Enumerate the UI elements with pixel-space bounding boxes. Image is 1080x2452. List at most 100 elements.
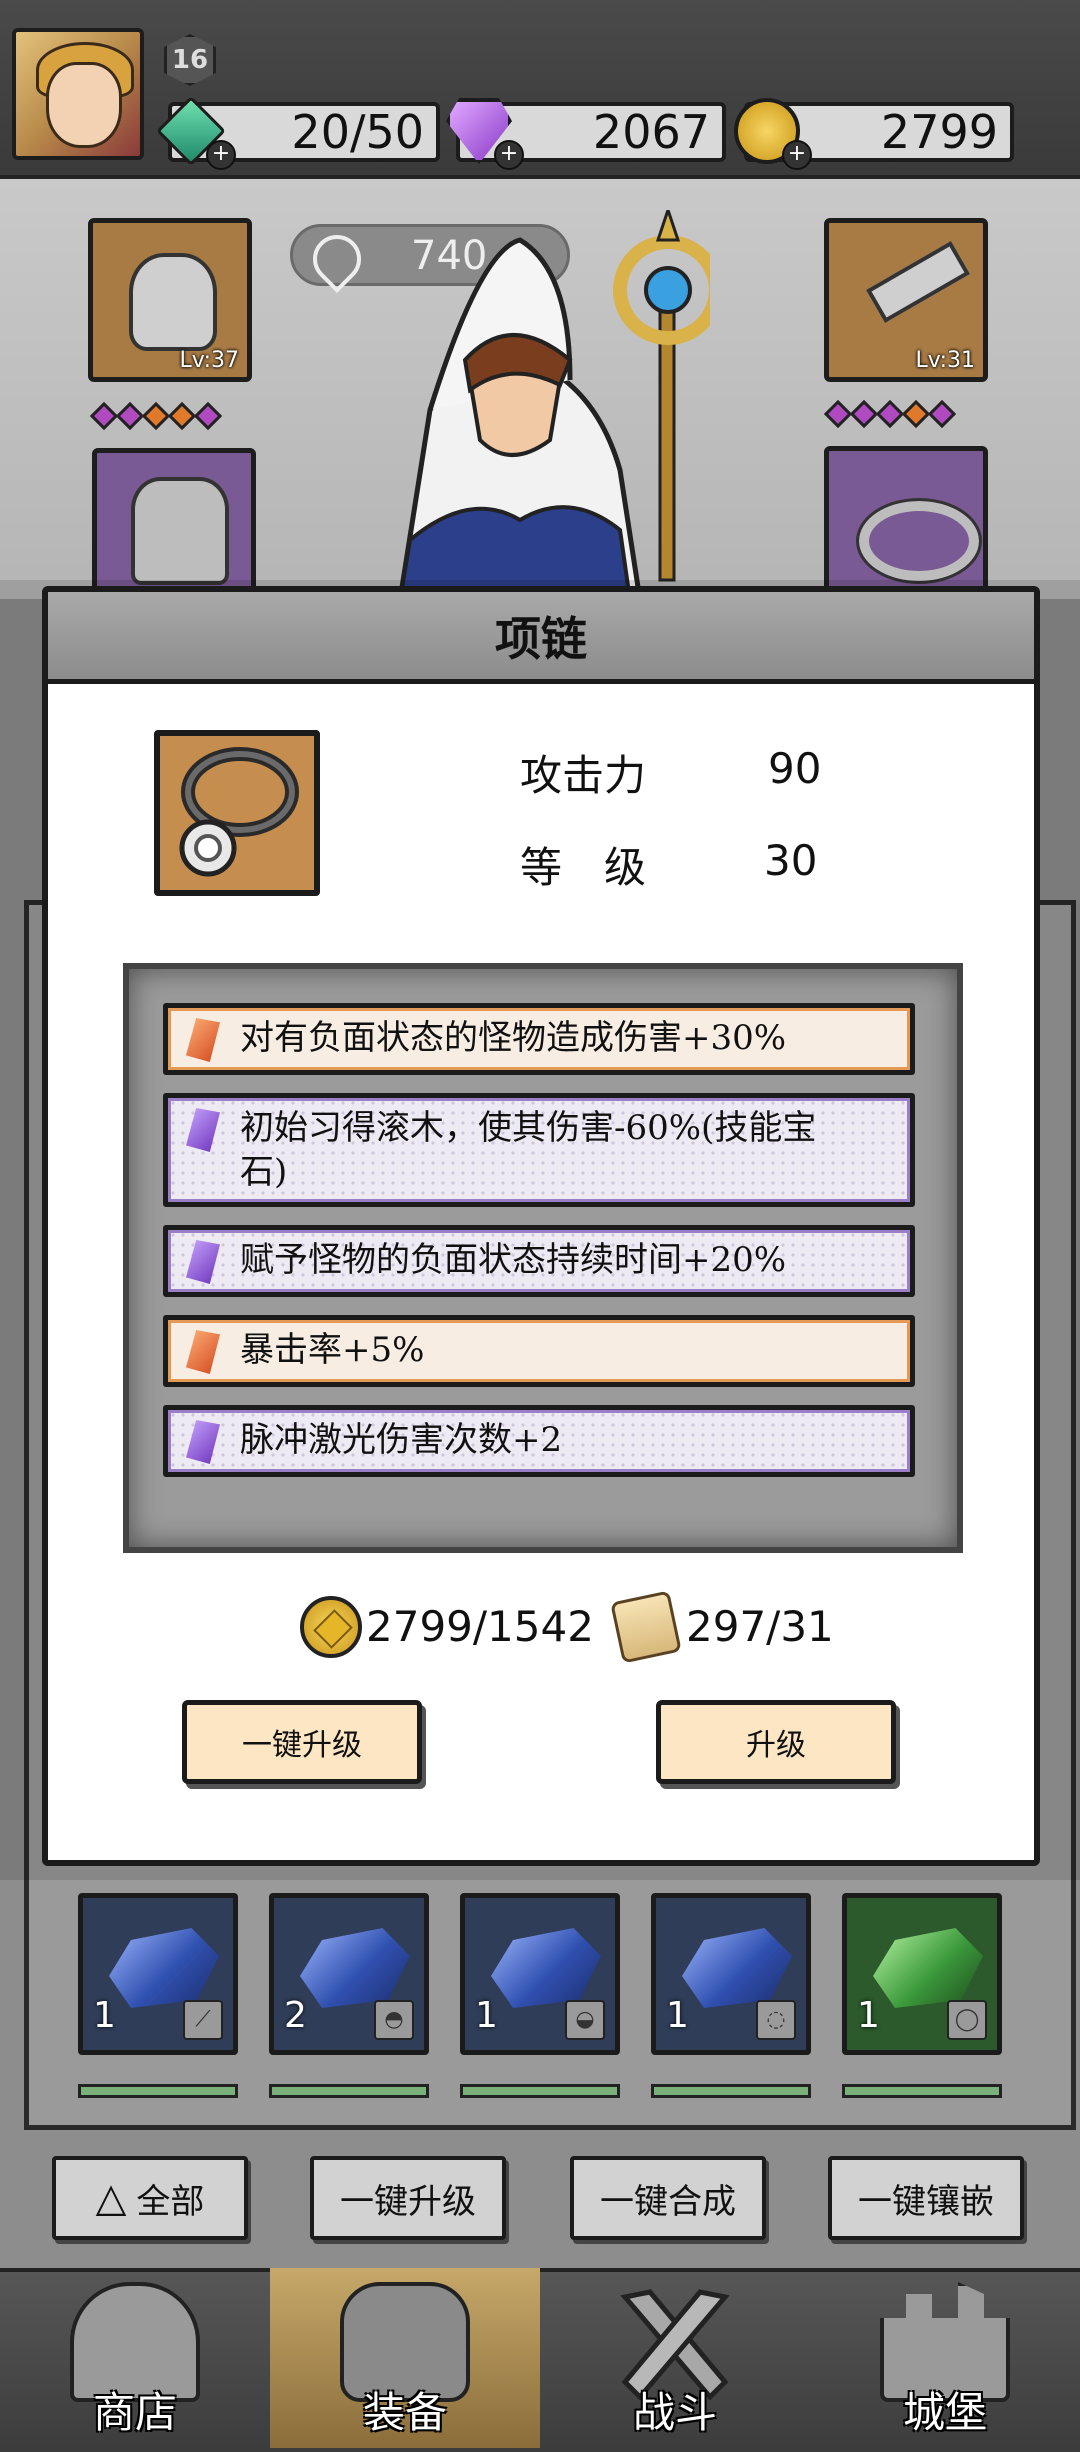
stat-value-attack-wrap: 90 bbox=[768, 744, 821, 793]
nav-tab-battle[interactable]: 战斗 bbox=[540, 2268, 810, 2448]
nav-label-castle: 城堡 bbox=[902, 2388, 987, 2437]
nav-label-equipment: 装备 bbox=[362, 2388, 447, 2437]
energy-value: 20/50 bbox=[291, 105, 424, 159]
scroll-icon bbox=[610, 1590, 682, 1664]
stat-row-level: 等 级 bbox=[520, 834, 646, 895]
affix-text: 暴击率+5% bbox=[240, 1330, 425, 1370]
item-detail-modal: 项链 攻击力 90 等 级 30 对有负面状态的怪物造成伤害+30% 初始习得滚… bbox=[42, 586, 1040, 1866]
hero-mage-character bbox=[397, 210, 710, 600]
armor-icon bbox=[131, 477, 229, 585]
gem-slot[interactable]: 1 ◌ bbox=[651, 1893, 811, 2055]
rarity-diamond bbox=[901, 399, 931, 429]
gem-count: 1 bbox=[475, 1995, 498, 2036]
affix-text: 初始习得滚木，使其伤害-60%(技能宝石) bbox=[240, 1108, 817, 1192]
coin-emblem bbox=[313, 1609, 353, 1649]
affix-item: 脉冲激光伤害次数+2 bbox=[163, 1405, 915, 1477]
armor-icon: ◓ bbox=[374, 2000, 414, 2040]
gem-count: 1 bbox=[666, 1995, 689, 2036]
gold-coin-icon bbox=[300, 1596, 362, 1658]
gem-count: 1 bbox=[93, 1995, 116, 2036]
orange-gem-icon bbox=[186, 1018, 220, 1062]
modal-title: 项链 bbox=[495, 611, 587, 666]
slot-strip bbox=[460, 2084, 620, 2098]
gem-count: 2 bbox=[284, 1995, 307, 2036]
upgrade-button[interactable]: 升级 bbox=[656, 1700, 896, 1784]
stat-label-attack: 攻击力 bbox=[520, 751, 647, 800]
necklace-icon: ◌ bbox=[756, 2000, 796, 2040]
blue-gem-icon bbox=[682, 1928, 792, 2008]
gem-slot[interactable]: 1 ◒ bbox=[460, 1893, 620, 2055]
player-avatar[interactable] bbox=[12, 28, 144, 160]
coin-value: 2799 bbox=[880, 105, 998, 159]
one-key-merge-button[interactable]: 一键合成 bbox=[570, 2156, 766, 2240]
blue-gem-icon bbox=[491, 1928, 601, 2008]
energy-counter[interactable]: + 20/50 bbox=[155, 95, 440, 170]
filter-all-label: 全部 bbox=[136, 2181, 205, 2222]
purple-gem-icon bbox=[186, 1240, 220, 1284]
nav-tab-castle[interactable]: 城堡 bbox=[810, 2268, 1080, 2448]
power-icon bbox=[303, 225, 371, 293]
nav-tab-equipment[interactable]: 装备 bbox=[270, 2268, 540, 2448]
filter-all-button[interactable]: △ 全部 bbox=[52, 2156, 248, 2240]
helmet-icon: ◒ bbox=[565, 2000, 605, 2040]
weapon-slot[interactable]: Lv:31 bbox=[824, 218, 988, 382]
avatar-face bbox=[46, 62, 122, 148]
stat-value-attack: 90 bbox=[768, 744, 822, 793]
add-coins-button[interactable]: + bbox=[782, 140, 812, 170]
helmet-icon bbox=[129, 253, 217, 351]
wand-icon: ⟋ bbox=[183, 2000, 223, 2040]
rarity-diamond bbox=[875, 399, 905, 429]
ring-icon: ◯ bbox=[947, 2000, 987, 2040]
helmet-slot[interactable]: Lv:37 bbox=[88, 218, 252, 382]
stat-row-attack: 攻击力 bbox=[520, 742, 646, 803]
purple-gem-icon bbox=[186, 1108, 220, 1152]
one-key-inlay-button[interactable]: 一键镶嵌 bbox=[828, 2156, 1024, 2240]
ring-icon bbox=[856, 498, 982, 584]
rarity-diamond bbox=[193, 401, 223, 431]
weapon-slot-level: Lv:31 bbox=[915, 348, 975, 373]
weapon-rarity-diamonds bbox=[823, 399, 957, 429]
slot-strip bbox=[269, 2084, 429, 2098]
gem-counter[interactable]: + 2067 bbox=[446, 98, 726, 170]
one-key-upgrade-all-button[interactable]: 一键升级 bbox=[310, 2156, 506, 2240]
helmet-rarity-diamonds bbox=[89, 401, 223, 431]
triangle-up-icon: △ bbox=[95, 2175, 127, 2221]
stat-value-level: 30 bbox=[764, 836, 818, 885]
orange-gem-icon bbox=[186, 1330, 220, 1374]
gem-value: 2067 bbox=[592, 105, 710, 159]
coin-counter[interactable]: + 2799 bbox=[734, 98, 1014, 170]
rarity-diamond bbox=[115, 401, 145, 431]
slot-strip bbox=[842, 2084, 1002, 2098]
helmet-slot-level: Lv:37 bbox=[179, 348, 239, 373]
affix-item: 赋予怪物的负面状态持续时间+20% bbox=[163, 1225, 915, 1297]
gem-slot[interactable]: 1 ⟋ bbox=[78, 1893, 238, 2055]
affix-text: 赋予怪物的负面状态持续时间+20% bbox=[240, 1240, 787, 1280]
necklace-item-icon bbox=[154, 730, 320, 896]
add-energy-button[interactable]: + bbox=[206, 140, 236, 170]
wand-icon bbox=[866, 241, 970, 323]
affix-item: 对有负面状态的怪物造成伤害+30% bbox=[163, 1003, 915, 1075]
stat-label-level: 等 级 bbox=[520, 843, 647, 892]
one-key-upgrade-button[interactable]: 一键升级 bbox=[182, 1700, 422, 1784]
add-gems-button[interactable]: + bbox=[494, 140, 524, 170]
affix-text: 对有负面状态的怪物造成伤害+30% bbox=[240, 1018, 787, 1058]
slot-strip bbox=[651, 2084, 811, 2098]
slot-strip bbox=[78, 2084, 238, 2098]
rarity-diamond bbox=[141, 401, 171, 431]
modal-header: 项链 bbox=[48, 592, 1034, 684]
gem-slot[interactable]: 2 ◓ bbox=[269, 1893, 429, 2055]
rarity-diamond bbox=[849, 399, 879, 429]
gem-slot[interactable]: 1 ◯ bbox=[842, 1893, 1002, 2055]
affix-item: 初始习得滚木，使其伤害-60%(技能宝石) bbox=[163, 1093, 915, 1207]
coin-cost: 2799/1542 bbox=[366, 1602, 594, 1651]
affix-item: 暴击率+5% bbox=[163, 1315, 915, 1387]
rarity-diamond bbox=[89, 401, 119, 431]
nav-tab-shop[interactable]: 商店 bbox=[0, 2268, 270, 2448]
affix-list-panel: 对有负面状态的怪物造成伤害+30% 初始习得滚木，使其伤害-60%(技能宝石) … bbox=[123, 963, 963, 1553]
gem-count: 1 bbox=[857, 1995, 880, 2036]
rarity-diamond bbox=[167, 401, 197, 431]
rarity-diamond bbox=[927, 399, 957, 429]
necklace-icon bbox=[179, 747, 299, 877]
rarity-diamond bbox=[823, 399, 853, 429]
affix-text: 脉冲激光伤害次数+2 bbox=[240, 1420, 563, 1460]
